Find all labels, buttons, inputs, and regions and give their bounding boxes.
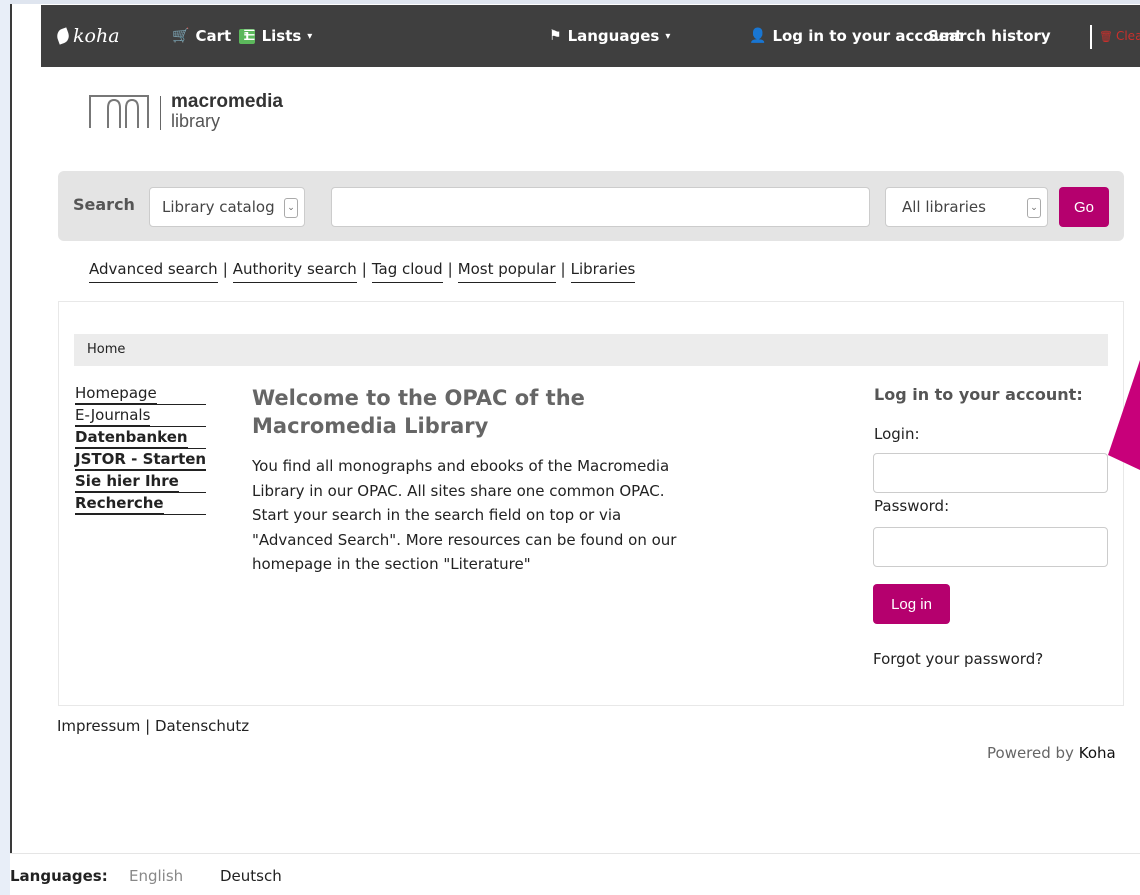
koha-leaf-icon — [54, 27, 72, 45]
lists-dropdown[interactable]: ☰ Lists ▾ — [243, 5, 312, 67]
chevron-down-icon: ⌄ — [284, 198, 298, 218]
link-separator: | — [145, 717, 155, 735]
magenta-arrow-annotation — [1108, 360, 1140, 470]
search-history-link[interactable]: Search history — [928, 5, 1051, 67]
login-heading: Log in to your account: — [874, 385, 1083, 404]
impressum-link[interactable]: Impressum — [57, 717, 140, 735]
welcome-text: You find all monographs and ebooks of th… — [252, 457, 677, 573]
trash-icon: 🗑 — [1099, 29, 1113, 43]
side-link-recherche[interactable]: Recherche — [75, 493, 164, 514]
breadcrumb: Home — [74, 334, 1108, 366]
welcome-heading: Welcome to the OPAC of the Macromedia Li… — [252, 386, 585, 438]
side-link-homepage[interactable]: Homepage — [75, 383, 157, 404]
nav-divider — [1090, 25, 1092, 49]
logo-text-line2: library — [171, 111, 221, 131]
link-separator: | — [560, 260, 566, 278]
forgot-password-link[interactable]: Forgot your password? — [873, 650, 1043, 668]
library-select-value: All libraries — [902, 198, 986, 216]
breadcrumb-home-link[interactable]: Home — [87, 342, 125, 357]
library-select[interactable]: All libraries ⌄ — [885, 187, 1048, 227]
side-link-ejournals[interactable]: E-Journals — [75, 405, 151, 426]
flag-icon: ⚑ — [549, 28, 562, 44]
search-bar: Search Library catalog ⌄ All libraries ⌄… — [58, 171, 1124, 241]
languages-bar-label: Languages: — [10, 867, 108, 885]
side-link-jstor[interactable]: JSTOR - Starten — [75, 449, 207, 470]
catalog-select-value: Library catalog — [162, 198, 275, 216]
side-link-sie-hier[interactable]: Sie hier Ihre — [75, 471, 179, 492]
side-navigation: Homepage E-Journals Datenbanken JSTOR - … — [75, 383, 207, 515]
catalog-select[interactable]: Library catalog ⌄ — [149, 187, 305, 227]
chevron-down-icon: ⌄ — [1027, 198, 1041, 218]
logo-divider — [160, 96, 161, 130]
brand-text: koha — [73, 25, 120, 47]
caret-down-icon: ▾ — [665, 30, 671, 42]
link-separator: | — [222, 260, 228, 278]
lists-label: Lists — [261, 27, 302, 45]
authority-search-link[interactable]: Authority search — [232, 260, 357, 283]
macromedia-m-icon — [89, 95, 149, 128]
search-label: Search — [73, 195, 135, 214]
powered-prefix: Powered by — [987, 744, 1074, 762]
koha-brand-link[interactable]: koha — [54, 5, 120, 67]
caret-down-icon: ▾ — [307, 30, 313, 42]
language-deutsch-link[interactable]: Deutsch — [220, 867, 282, 885]
cart-icon: 🛒 — [172, 28, 190, 44]
datenschutz-link[interactable]: Datenschutz — [155, 717, 249, 735]
languages-dropdown[interactable]: ⚑ Languages ▾ — [549, 5, 670, 67]
languages-label: Languages — [567, 27, 660, 45]
side-link-datenbanken[interactable]: Datenbanken — [75, 427, 188, 448]
search-input[interactable] — [331, 187, 870, 227]
password-field[interactable] — [873, 527, 1108, 567]
language-bar: Languages: English Deutsch — [10, 853, 1140, 895]
tag-cloud-link[interactable]: Tag cloud — [371, 260, 443, 283]
more-search-links: Advanced search | Authority search | Tag clo… — [89, 260, 636, 283]
search-history-label: Search history — [928, 27, 1051, 45]
footer-links: Impressum | Datenschutz — [57, 717, 249, 735]
link-separator: | — [361, 260, 367, 278]
powered-by: Powered by Koha — [987, 744, 1116, 762]
clear-history-button[interactable]: 🗑 Clear — [1099, 5, 1140, 67]
password-field-label: Password: — [874, 497, 950, 515]
language-english: English — [129, 867, 184, 885]
frame-top-strip — [10, 0, 1140, 4]
koha-link[interactable]: Koha — [1079, 744, 1116, 762]
logo-text: macromedia library — [171, 91, 283, 131]
clear-label: Clear — [1115, 29, 1140, 43]
most-popular-link[interactable]: Most popular — [457, 260, 556, 283]
top-navbar: koha 🛒 Cart 1 ☰ Lists ▾ ⚑ Languages ▾ 👤 … — [41, 5, 1140, 67]
library-logo[interactable]: macromedia library — [88, 92, 283, 130]
libraries-link[interactable]: Libraries — [570, 260, 636, 283]
advanced-search-link[interactable]: Advanced search — [89, 260, 218, 283]
login-button[interactable]: Log in — [873, 584, 950, 624]
link-separator: | — [447, 260, 453, 278]
login-field-label: Login: — [874, 425, 920, 443]
cart-label: Cart — [195, 27, 232, 45]
list-icon: ☰ — [243, 28, 256, 44]
login-field[interactable] — [873, 453, 1108, 493]
logo-text-line1: macromedia — [171, 91, 283, 112]
go-button[interactable]: Go — [1059, 187, 1109, 227]
user-icon: 👤 — [749, 28, 767, 44]
